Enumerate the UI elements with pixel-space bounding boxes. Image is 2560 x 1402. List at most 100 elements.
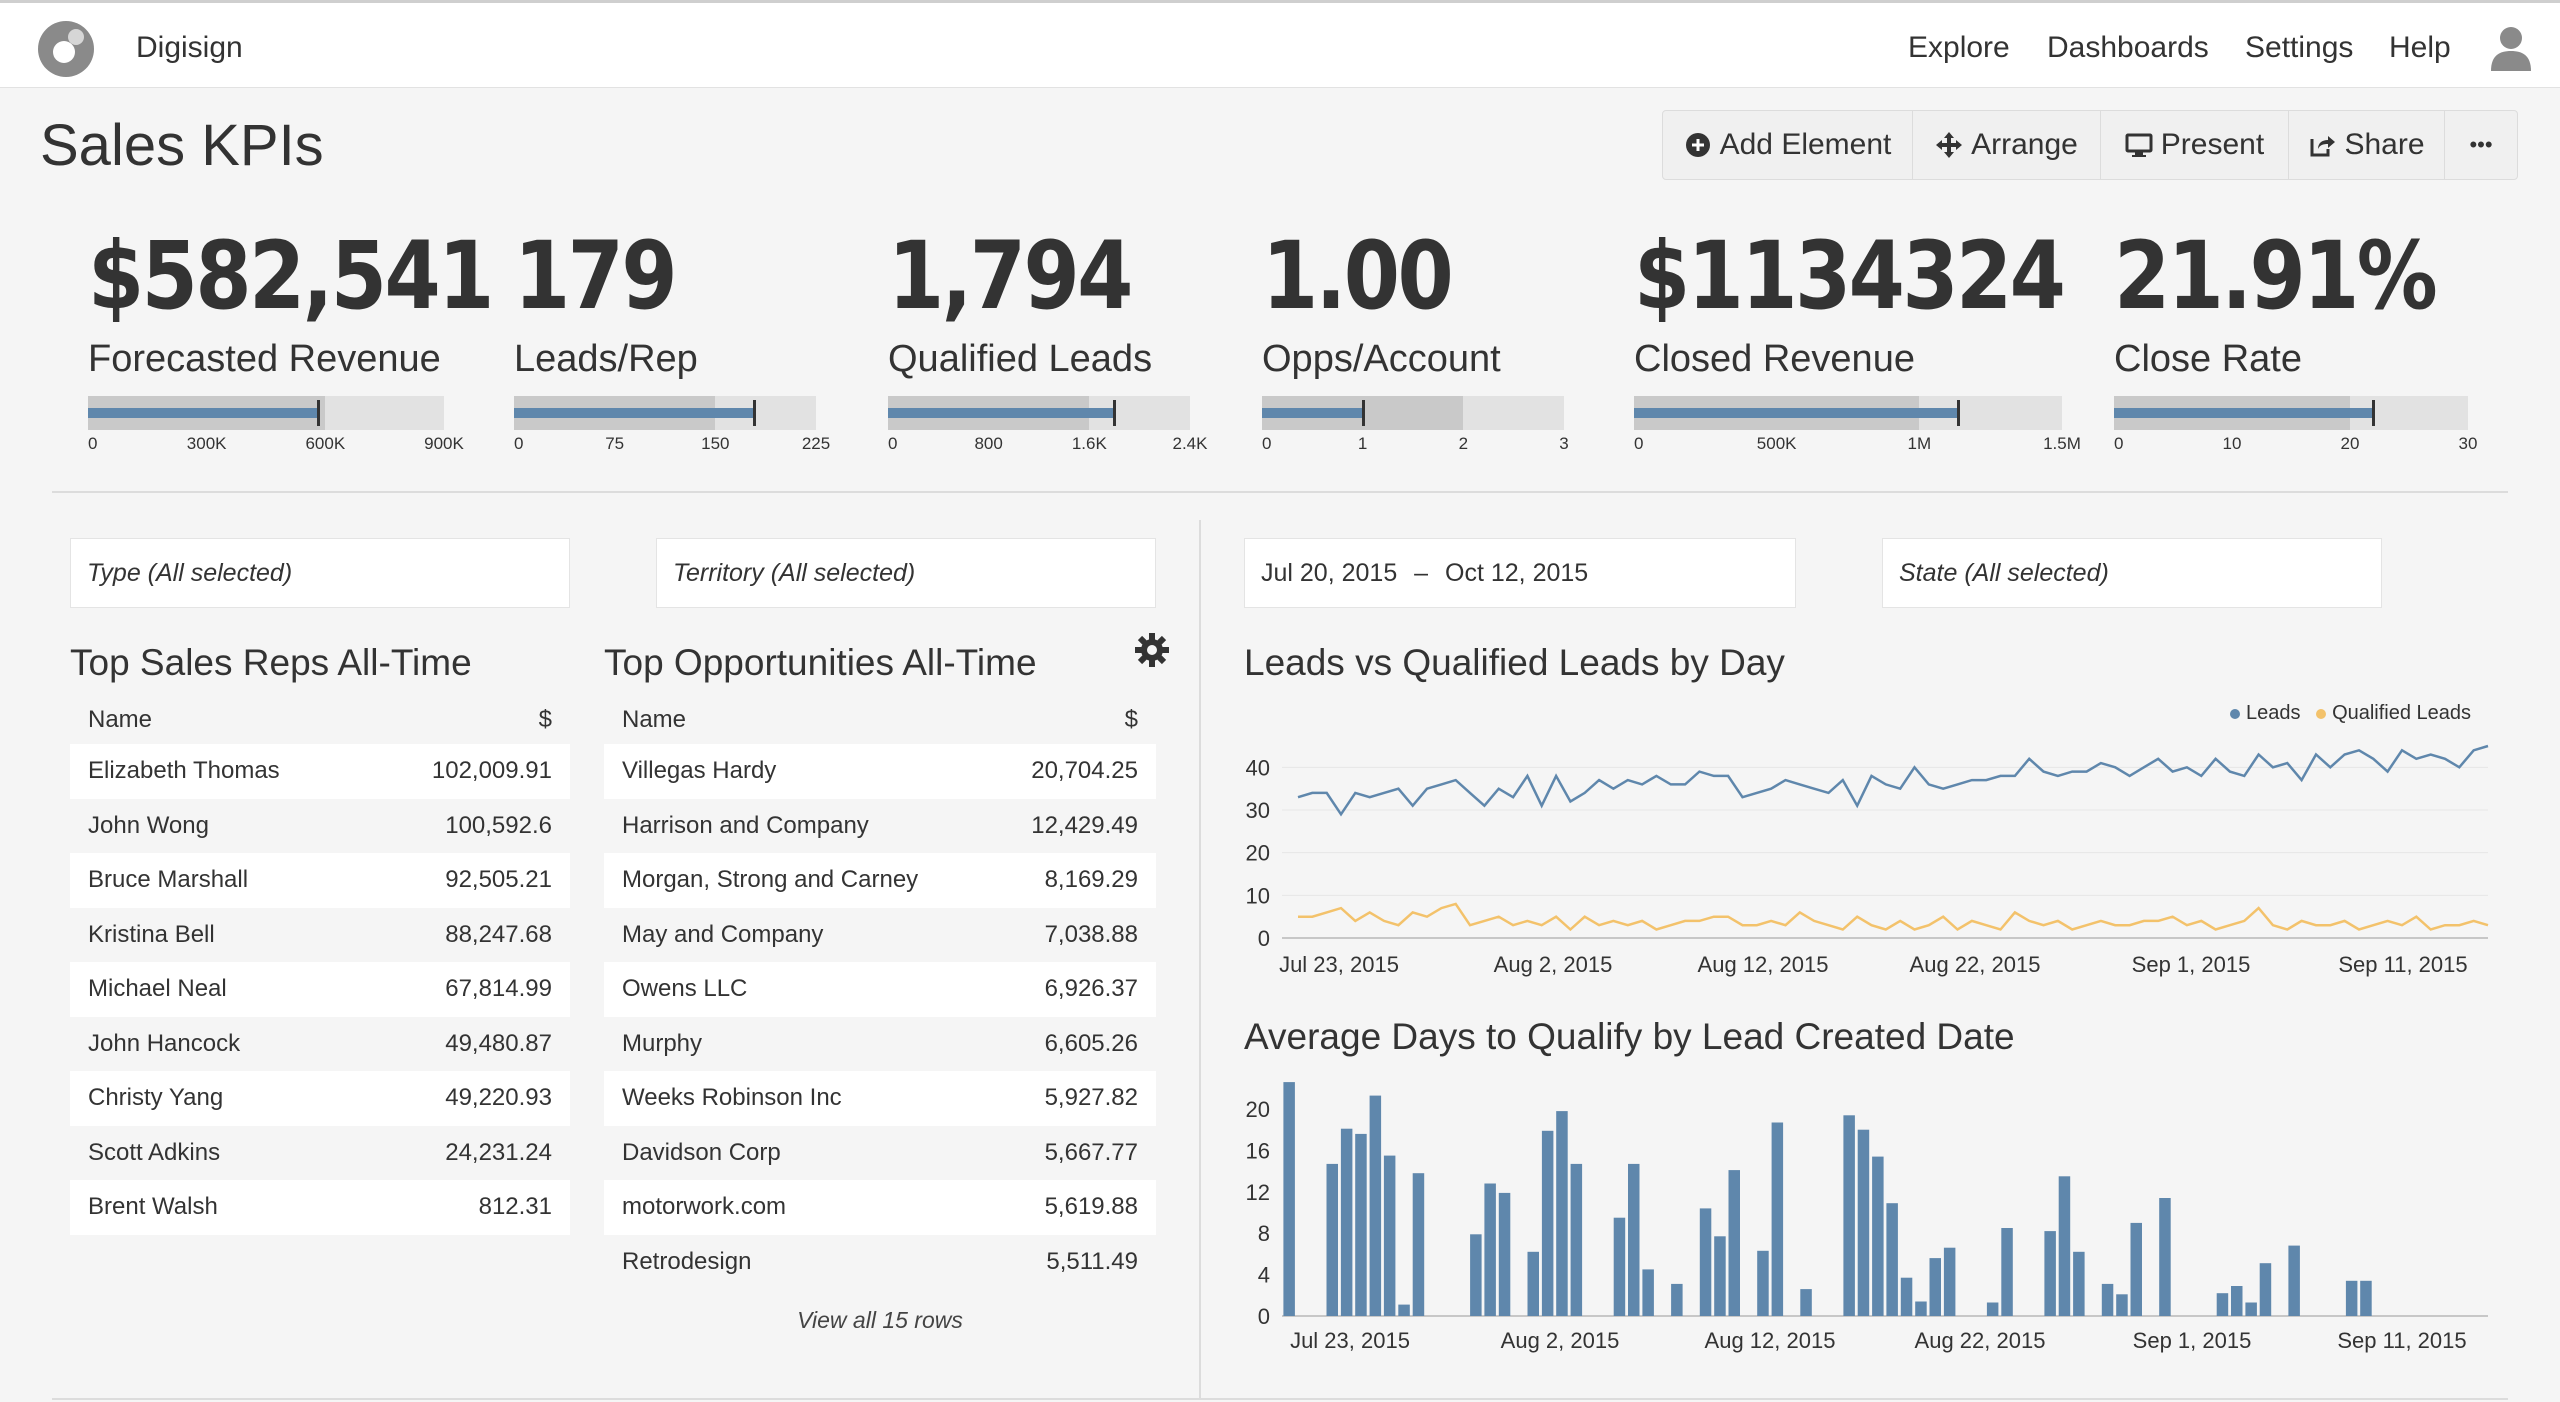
bar <box>1800 1289 1812 1316</box>
bullet-bar <box>88 408 319 418</box>
view-all-rows-link[interactable]: View all 15 rows <box>600 1307 1160 1334</box>
bar <box>2130 1222 2142 1316</box>
logo-icon[interactable] <box>38 21 94 77</box>
table-row[interactable]: Murphy 6,605.26 <box>604 1016 1156 1071</box>
bullet-target-marker <box>753 400 757 426</box>
bar <box>1470 1234 1482 1316</box>
table-row[interactable]: Michael Neal 67,814.99 <box>70 962 570 1017</box>
bar <box>2001 1228 2013 1316</box>
x-tick-label: Jul 23, 2015 <box>1290 1328 1410 1353</box>
bar <box>2073 1251 2085 1316</box>
x-tick-label: Aug 12, 2015 <box>1705 1328 1836 1353</box>
bar <box>1398 1304 1410 1316</box>
bar <box>1872 1156 1884 1316</box>
bar <box>1642 1269 1654 1316</box>
bar <box>1340 1128 1353 1316</box>
row-amount: 12,429.49 <box>1031 811 1138 839</box>
x-tick-label: Aug 2, 2015 <box>1494 952 1613 977</box>
table-row[interactable]: Davidson Corp 5,667.77 <box>604 1125 1156 1180</box>
table-row[interactable]: Brent Walsh 812.31 <box>70 1180 570 1235</box>
table-row[interactable]: Bruce Marshall 92,505.21 <box>70 853 570 908</box>
legend-item-leads[interactable]: Leads <box>2230 702 2301 724</box>
table-row[interactable]: Elizabeth Thomas 102,009.91 <box>70 744 570 799</box>
y-tick-label: 12 <box>1246 1180 1270 1205</box>
nav-explore[interactable]: Explore <box>1908 31 2010 65</box>
legend-item-qualified-leads[interactable]: Qualified Leads <box>2316 702 2471 724</box>
row-amount: 6,605.26 <box>1044 1029 1138 1057</box>
bullet-target-marker <box>2371 400 2375 426</box>
share-icon <box>2310 136 2336 157</box>
table-row[interactable]: May and Company 7,038.88 <box>604 907 1156 962</box>
table-header: Name $ <box>604 696 1156 744</box>
add-element-button[interactable]: Add Element <box>1663 111 1913 179</box>
row-amount: 5,511.49 <box>1046 1247 1138 1275</box>
more-options-button[interactable]: ••• <box>2445 111 2517 179</box>
row-name: Weeks Robinson Inc <box>622 1084 842 1112</box>
kpi-value: 1.00 <box>1262 222 1454 331</box>
table-row[interactable]: Owens LLC 6,926.37 <box>604 962 1156 1017</box>
table-row[interactable]: John Hancock 49,480.87 <box>70 1016 570 1071</box>
nav-dashboards[interactable]: Dashboards <box>2047 31 2209 65</box>
row-amount: 92,505.21 <box>445 866 552 894</box>
table-row[interactable]: Christy Yang 49,220.93 <box>70 1071 570 1126</box>
bullet-tick-label: 10 <box>2222 434 2242 453</box>
table-row[interactable]: Morgan, Strong and Carney 8,169.29 <box>604 853 1156 908</box>
row-amount: 7,038.88 <box>1044 920 1138 948</box>
row-amount: 5,667.77 <box>1044 1138 1138 1166</box>
nav-settings[interactable]: Settings <box>2245 31 2353 65</box>
row-name: May and Company <box>622 920 824 948</box>
bullet-tick-label: 3 <box>1559 434 1569 453</box>
table-row[interactable]: Harrison and Company 12,429.49 <box>604 798 1156 853</box>
present-button[interactable]: Present <box>2101 111 2289 179</box>
user-avatar-icon[interactable] <box>2490 25 2532 71</box>
legend-dot-icon <box>2316 708 2327 719</box>
territory-filter[interactable]: Territory (All selected) <box>656 538 1156 608</box>
type-filter[interactable]: Type (All selected) <box>70 538 570 608</box>
bar <box>2159 1198 2171 1316</box>
column-header-name[interactable]: Name <box>88 706 152 734</box>
table-row[interactable]: Scott Adkins 24,231.24 <box>70 1125 570 1180</box>
kpi-leads-per-rep: 179 Leads/Rep <box>514 212 701 381</box>
bullet-chart <box>1262 396 1564 430</box>
table-row[interactable]: John Wong 100,592.6 <box>70 798 570 853</box>
x-tick-label: Aug 22, 2015 <box>1915 1328 2046 1353</box>
top-opportunities-title: Top Opportunities All-Time <box>604 642 1037 683</box>
bar <box>1527 1251 1539 1316</box>
table-row[interactable]: Retrodesign 5,511.49 <box>604 1234 1156 1289</box>
table-row[interactable]: Weeks Robinson Inc 5,927.82 <box>604 1071 1156 1126</box>
row-amount: 49,480.87 <box>445 1029 552 1057</box>
arrange-button[interactable]: Arrange <box>1913 111 2101 179</box>
bar <box>1986 1302 1999 1316</box>
add-element-label: Add Element <box>1719 128 1892 161</box>
row-name: John Hancock <box>88 1029 241 1057</box>
present-label: Present <box>2160 128 2265 161</box>
bullet-chart <box>514 396 816 430</box>
bullet-axis: 0 10 20 30 <box>2114 434 2477 454</box>
date-end: Oct 12, 2015 <box>1445 559 1589 587</box>
table-row[interactable]: Villegas Hardy 20,704.25 <box>604 744 1156 799</box>
kpi-value: 21.91% <box>2114 222 2438 331</box>
bar <box>1283 1082 1295 1316</box>
date-range-filter[interactable]: Jul 20, 2015 – Oct 12, 2015 <box>1244 538 1796 608</box>
nav-help[interactable]: Help <box>2389 31 2451 65</box>
bullet-bar <box>2114 408 2373 418</box>
column-header-amount[interactable]: $ <box>1125 706 1138 734</box>
y-tick-label: 8 <box>1258 1221 1270 1246</box>
row-name: Elizabeth Thomas <box>88 757 280 785</box>
table-row[interactable]: Kristina Bell 88,247.68 <box>70 907 570 962</box>
legend-label: Leads <box>2246 702 2301 724</box>
bar <box>1556 1111 1568 1316</box>
gear-icon[interactable] <box>1133 631 1171 669</box>
column-header-amount[interactable]: $ <box>539 706 552 734</box>
brand-name[interactable]: Digisign <box>136 31 243 65</box>
bullet-tick-label: 300K <box>186 434 227 453</box>
state-filter[interactable]: State (All selected) <box>1882 538 2382 608</box>
column-header-name[interactable]: Name <box>622 706 686 734</box>
bullet-tick-label: 2 <box>1458 434 1469 453</box>
share-button[interactable]: Share <box>2289 111 2445 179</box>
row-amount: 67,814.99 <box>445 975 552 1003</box>
row-name: Kristina Bell <box>88 920 215 948</box>
table-row[interactable]: motorwork.com 5,619.88 <box>604 1180 1156 1235</box>
bullet-tick-label: 0 <box>88 434 98 453</box>
share-label: Share <box>2344 128 2425 161</box>
